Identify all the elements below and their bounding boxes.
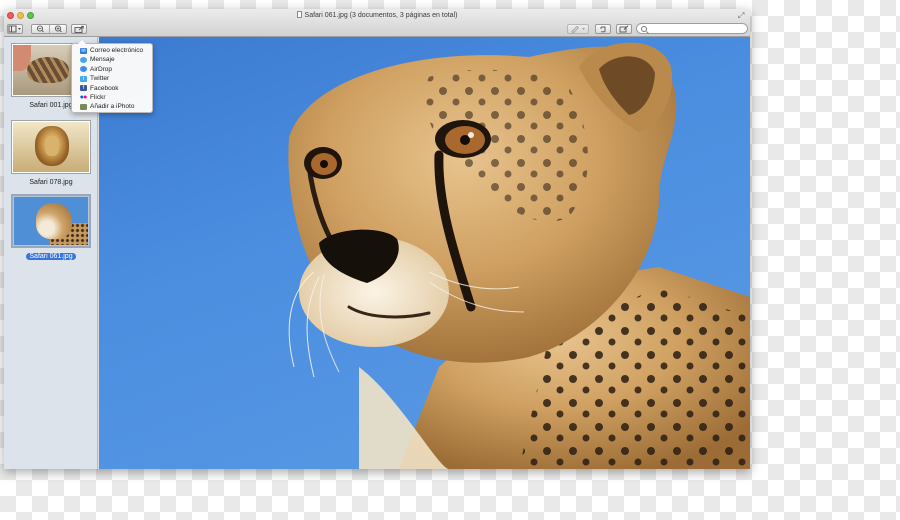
- share-menu-item-message[interactable]: Mensaje: [72, 55, 152, 64]
- thumbnail-caption: Safari 001.jpg: [29, 102, 73, 109]
- fullscreen-arrows-icon[interactable]: ⤢: [738, 12, 746, 20]
- search-input[interactable]: [649, 24, 745, 33]
- pencil-icon: [571, 25, 585, 34]
- zoom-out-button[interactable]: [32, 25, 49, 33]
- menu-item-label: Añadir a iPhoto: [90, 103, 135, 111]
- zoom-in-icon: [54, 25, 62, 33]
- messages-icon: [80, 56, 87, 63]
- cheetah-photo: [288, 42, 750, 469]
- share-menu-item-facebook[interactable]: f Facebook: [72, 84, 152, 93]
- edit-markup-button[interactable]: [616, 24, 632, 34]
- share-menu-item-mail[interactable]: ✉ Correo electrónico: [72, 46, 152, 55]
- zoom-segmented-control: [31, 24, 67, 34]
- share-menu-item-iphoto[interactable]: Añadir a iPhoto: [72, 102, 152, 111]
- image-view[interactable]: [99, 37, 750, 469]
- document-icon: [296, 11, 302, 18]
- share-menu-item-twitter[interactable]: t Twitter: [72, 74, 152, 83]
- share-menu: ✉ Correo electrónico Mensaje AirDrop t T…: [71, 40, 153, 113]
- menu-item-label: Mensaje: [90, 56, 115, 64]
- share-button[interactable]: [71, 24, 87, 34]
- search-icon: [641, 26, 647, 32]
- sidebar-view-icon: [8, 25, 21, 33]
- thumbnail-caption: Safari 078.jpg: [29, 179, 73, 186]
- lion-thumbnail-image: [13, 122, 89, 172]
- flickr-icon: [80, 94, 87, 100]
- zoom-out-icon: [36, 25, 44, 33]
- window-title-area: Safari 061.jpg (3 documentos, 3 páginas …: [4, 11, 750, 20]
- preview-window: Safari 061.jpg (3 documentos, 3 páginas …: [4, 9, 750, 469]
- rotate-icon: [600, 26, 606, 33]
- view-menu-button[interactable]: [7, 24, 23, 34]
- rotate-button[interactable]: [595, 24, 611, 34]
- search-field[interactable]: [636, 23, 748, 34]
- window-title: Safari 061.jpg (3 documentos, 3 páginas …: [304, 12, 458, 19]
- menu-item-label: Facebook: [90, 84, 119, 92]
- menu-item-label: Flickr: [90, 93, 106, 101]
- edit-markup-icon: [619, 25, 629, 33]
- menu-item-label: Twitter: [90, 75, 110, 83]
- mail-icon: ✉: [80, 47, 87, 54]
- annotate-button[interactable]: [567, 24, 589, 34]
- thumbnail-frame[interactable]: [11, 120, 91, 174]
- share-menu-item-flickr[interactable]: Flickr: [72, 93, 152, 102]
- facebook-icon: f: [80, 85, 87, 92]
- iphoto-icon: [80, 103, 87, 110]
- zoom-in-button[interactable]: [50, 25, 67, 33]
- menu-item-label: Correo electrónico: [90, 47, 144, 54]
- thumbnail-caption: Safari 061.jpg: [26, 253, 76, 260]
- share-icon: [74, 25, 84, 33]
- cheetah-thumbnail-image: [14, 197, 88, 245]
- menu-item-label: AirDrop: [90, 65, 113, 73]
- share-menu-item-airdrop[interactable]: AirDrop: [72, 65, 152, 74]
- thumbnail-frame[interactable]: [11, 194, 91, 248]
- title-bar: Safari 061.jpg (3 documentos, 3 páginas …: [4, 9, 750, 37]
- thumbnail-item-selected[interactable]: Safari 061.jpg: [8, 194, 94, 261]
- airdrop-icon: [80, 66, 87, 73]
- thumbnail-item[interactable]: Safari 078.jpg: [8, 120, 94, 187]
- twitter-icon: t: [80, 75, 87, 82]
